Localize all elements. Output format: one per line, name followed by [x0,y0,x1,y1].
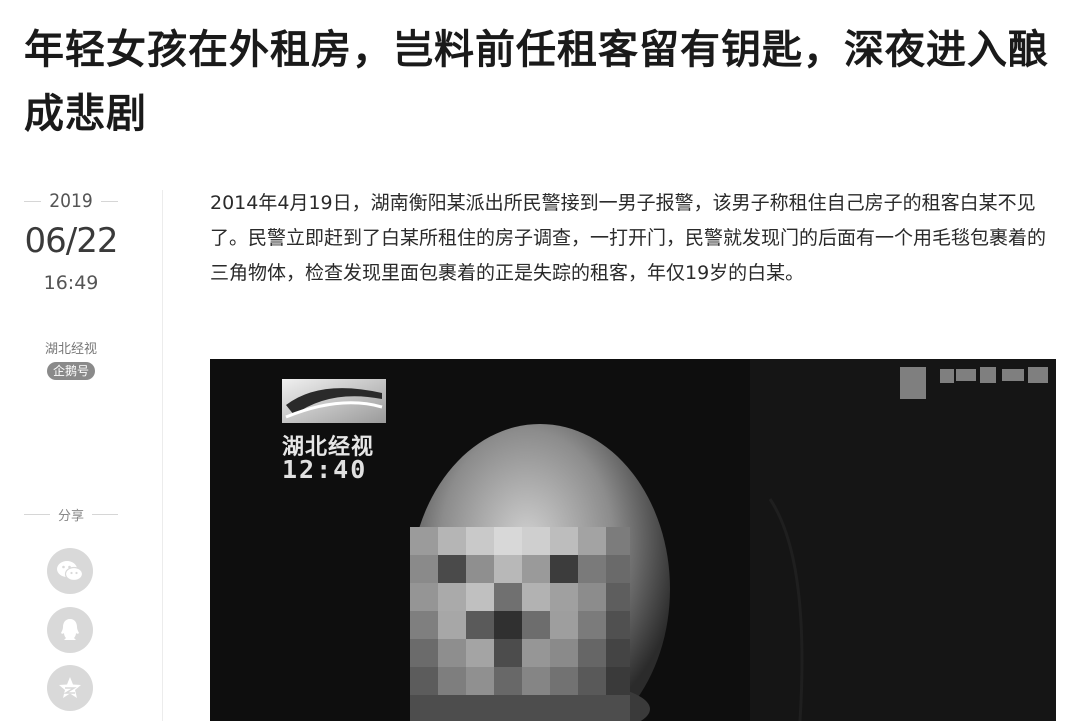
publish-year: 2019 [49,190,93,212]
divider [100,200,118,202]
share-qq-button[interactable] [47,607,93,653]
share-label: 分享 [58,509,85,524]
article-page: 年轻女孩在外租房，岂料前任租客留有钥匙，深夜进入酿成悲剧 2019 06/22 … [0,0,1080,721]
source-badge: 企鹅号 [46,362,95,380]
article-image[interactable]: 湖北经视 12:40 [210,359,1056,721]
article-title: 年轻女孩在外租房，岂料前任租客留有钥匙，深夜进入酿成悲剧 [24,27,1049,137]
share-qzone-button[interactable] [47,665,93,711]
divider [92,514,119,515]
divider [24,514,50,515]
qq-icon [61,619,79,640]
share-header: 分享 [24,505,119,524]
share-wechat-button[interactable] [47,548,93,594]
publish-time: 16:49 [43,272,99,294]
source-name[interactable]: 湖北经视 [24,340,118,360]
column-divider [162,190,163,721]
publish-date: 06/22 [24,221,119,261]
broadcast-timestamp: 12:40 [282,455,368,484]
qzone-star-icon [59,677,81,698]
divider [24,200,42,202]
article-paragraph: 2014年4月19日，湖南衡阳某派出所民警接到一男子报警，该男子称租住自己房子的… [210,192,1047,284]
news-screenshot-graphic [210,359,1056,721]
publish-meta: 2019 06/22 16:49 湖北经视 企鹅号 [24,186,118,380]
wechat-icon [57,561,84,582]
year-row: 2019 [24,186,118,216]
